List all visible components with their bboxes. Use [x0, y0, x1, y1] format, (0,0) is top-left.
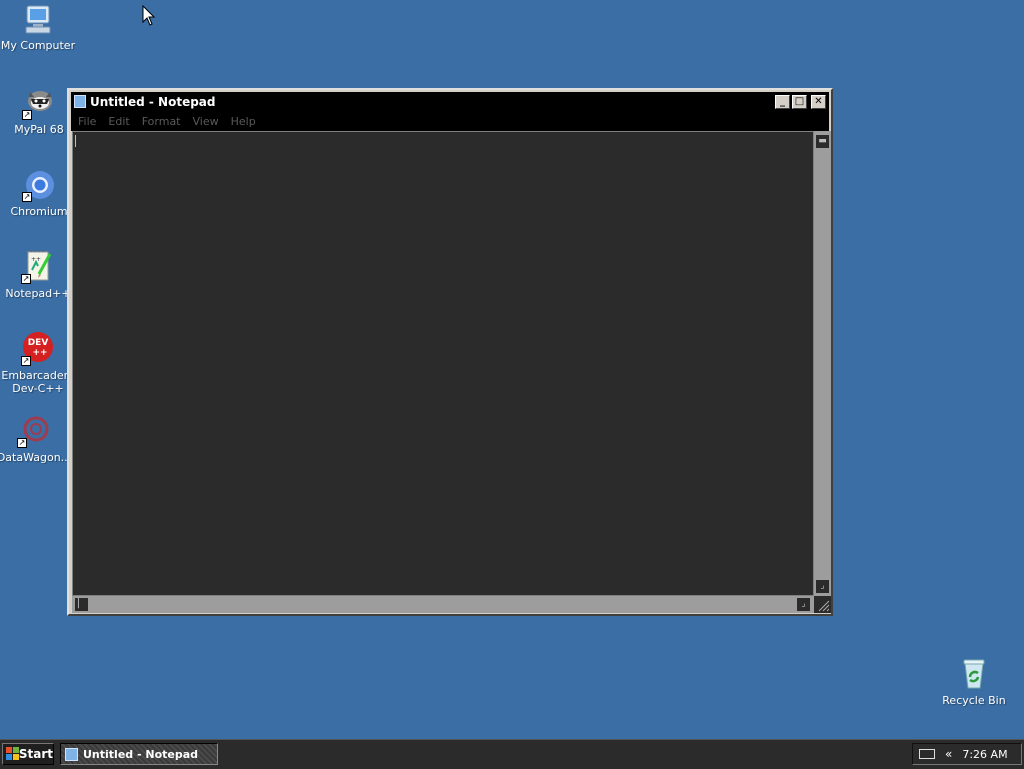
notepad-icon [74, 95, 86, 108]
horizontal-scrollbar[interactable]: ▏ ⌟ [72, 596, 814, 613]
taskbar: Start Untitled - Notepad « 7:26 AM [0, 739, 1024, 769]
window-title: Untitled - Notepad [90, 94, 216, 109]
desktop-icon-chromium[interactable]: ↗ Chromium [1, 168, 77, 218]
shortcut-arrow-icon: ↗ [21, 274, 31, 284]
desktop-icon-label: Embarcadero [1, 369, 75, 382]
svg-text:++: ++ [32, 348, 47, 358]
chromium-icon: ↗ [22, 168, 56, 202]
menu-file[interactable]: File [71, 115, 101, 128]
menu-bar: File Edit Format View Help [71, 111, 829, 131]
desktop-icon-mypal[interactable]: ↗ MyPal 68 [1, 86, 77, 136]
computer-icon [21, 2, 55, 36]
keyboard-icon[interactable] [919, 749, 935, 759]
vertical-scrollbar[interactable]: ▬ ⌟ [814, 131, 831, 596]
desktop-icon-label: Notepad++ [5, 287, 71, 300]
text-caret [75, 135, 76, 147]
desktop-icon-label: Recycle Bin [942, 694, 1006, 707]
svg-text:DEV: DEV [28, 338, 49, 348]
scroll-down-button[interactable]: ⌟ [815, 579, 830, 594]
menu-view[interactable]: View [186, 115, 224, 128]
minimize-button[interactable]: _ [775, 94, 790, 109]
close-button[interactable]: ✕ [811, 94, 826, 109]
taskbar-item-label: Untitled - Notepad [83, 747, 199, 761]
maximize-button[interactable]: □ [792, 94, 807, 109]
notepadpp-icon: ++ ↗ [21, 250, 55, 284]
desktop-icon-label: MyPal 68 [14, 123, 64, 136]
mypal-icon: ↗ [22, 86, 56, 120]
shortcut-arrow-icon: ↗ [17, 438, 27, 448]
desktop-icon-devcpp[interactable]: DEV ++ ↗ Embarcadero Dev-C++ [0, 332, 76, 395]
desktop-icon-notepadpp[interactable]: ++ ↗ Notepad++ [0, 250, 76, 300]
start-label: Start [18, 747, 53, 761]
windows-logo-icon [6, 747, 19, 761]
shortcut-arrow-icon: ↗ [21, 356, 31, 366]
desktop-icon-label: DataWagon... [0, 451, 72, 464]
desktop-icon-label: My Computer [0, 39, 76, 52]
system-tray: « 7:26 AM [912, 743, 1022, 765]
menu-format[interactable]: Format [135, 115, 186, 128]
notepad-icon [65, 747, 78, 761]
taskbar-item-notepad[interactable]: Untitled - Notepad [60, 743, 218, 765]
clock[interactable]: 7:26 AM [962, 748, 1007, 761]
notepad-window[interactable]: Untitled - Notepad _ □ ✕ File Edit Forma… [67, 88, 833, 616]
desktop-icon-my-computer[interactable]: My Computer [0, 2, 76, 52]
scroll-left-button[interactable]: ▏ [74, 597, 89, 612]
tray-expand-button[interactable]: « [945, 747, 952, 761]
scroll-up-button[interactable]: ▬ [815, 134, 830, 149]
desktop-icon-label: Chromium [10, 205, 68, 218]
shortcut-arrow-icon: ↗ [22, 110, 32, 120]
shortcut-arrow-icon: ↗ [22, 192, 32, 202]
start-button[interactable]: Start [2, 743, 54, 765]
desktop-icon-datawagon[interactable]: ↗ DataWagon... [0, 414, 72, 464]
mouse-pointer-icon [142, 5, 156, 26]
datawagon-icon: ↗ [17, 414, 51, 448]
title-bar[interactable]: Untitled - Notepad _ □ ✕ [71, 92, 829, 111]
desktop-icon-recycle-bin[interactable]: Recycle Bin [936, 657, 1012, 707]
recycle-bin-icon [957, 657, 991, 691]
svg-text:++: ++ [31, 256, 41, 263]
desktop-icon-label: Dev-C++ [12, 382, 64, 395]
menu-help[interactable]: Help [224, 115, 261, 128]
resize-grip-icon[interactable] [814, 596, 831, 613]
devcpp-icon: DEV ++ ↗ [21, 332, 55, 366]
menu-edit[interactable]: Edit [101, 115, 134, 128]
scroll-right-button[interactable]: ⌟ [796, 597, 811, 612]
text-editor[interactable] [72, 131, 814, 596]
